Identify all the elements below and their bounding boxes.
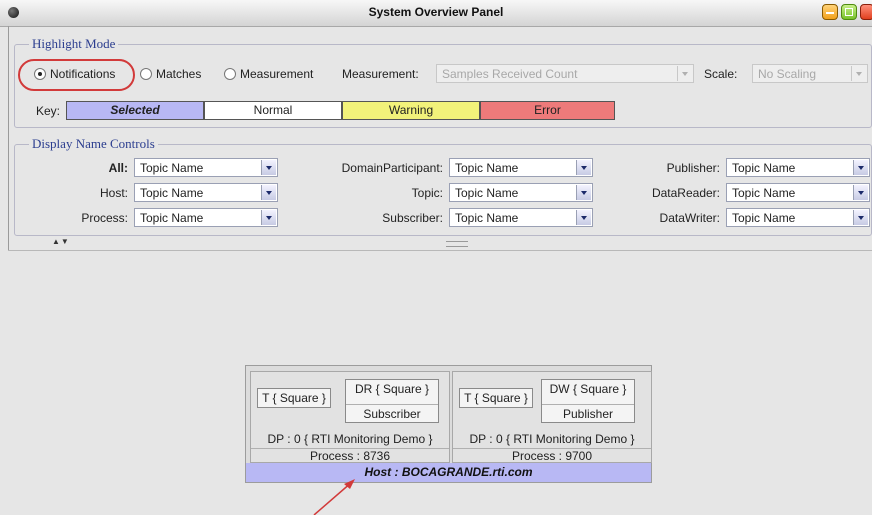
- topic-label: T { Square }: [464, 391, 528, 405]
- topic-label: Topic:: [411, 186, 443, 200]
- window-title: System Overview Panel: [368, 5, 504, 19]
- subscriber-name-value: Topic Name: [455, 211, 519, 225]
- datareader-label: DR { Square }: [354, 382, 430, 396]
- topic-node[interactable]: T { Square }: [459, 388, 533, 408]
- process-label: Process:: [81, 211, 128, 225]
- publisher-label: Publisher:: [666, 161, 720, 175]
- key-selected: Selected: [66, 101, 204, 120]
- radio-measurement-label: Measurement: [240, 67, 314, 81]
- radio-button-icon[interactable]: [34, 68, 46, 80]
- domain-participant-name-value: Topic Name: [455, 161, 519, 175]
- radio-notifications[interactable]: Notifications: [34, 67, 115, 81]
- datareader-name-value: Topic Name: [732, 186, 796, 200]
- subscriber-label: Subscriber:: [382, 211, 443, 225]
- datareader-name-select[interactable]: Topic Name: [726, 183, 870, 202]
- radio-matches[interactable]: Matches: [140, 67, 201, 81]
- measurement-label: Measurement:: [342, 67, 419, 81]
- key-label: Key:: [36, 104, 61, 118]
- scale-value: No Scaling: [758, 67, 817, 81]
- domain-participant-label: DomainParticipant:: [341, 161, 443, 175]
- chevron-down-icon[interactable]: [851, 66, 866, 81]
- publisher-name-select[interactable]: Topic Name: [726, 158, 870, 177]
- domain-participant-name-select[interactable]: Topic Name: [449, 158, 593, 177]
- subscriber-name-select[interactable]: Topic Name: [449, 208, 593, 227]
- chevron-down-icon[interactable]: [576, 185, 591, 200]
- collapse-expand-arrows-icon[interactable]: ▲▼: [52, 237, 70, 246]
- participant-label: DP : 0 { RTI Monitoring Demo }: [267, 432, 433, 446]
- key-normal: Normal: [204, 101, 342, 120]
- datareader-label: DataReader:: [651, 186, 720, 200]
- chevron-down-icon[interactable]: [853, 210, 868, 225]
- measurement-value: Samples Received Count: [442, 67, 578, 81]
- process-name-value: Topic Name: [140, 211, 204, 225]
- process-label: Process : 9700: [453, 448, 651, 464]
- chevron-down-icon[interactable]: [261, 185, 276, 200]
- maximize-icon[interactable]: [841, 4, 857, 20]
- datareader-node[interactable]: DR { Square } Subscriber: [345, 379, 439, 423]
- key-error: Error: [480, 101, 615, 120]
- all-label: All:: [108, 161, 128, 175]
- topic-name-select[interactable]: Topic Name: [449, 183, 593, 202]
- close-icon[interactable]: [860, 4, 872, 20]
- scale-select[interactable]: No Scaling: [752, 64, 868, 83]
- highlight-mode-title: Highlight Mode: [29, 36, 119, 52]
- measurement-select[interactable]: Samples Received Count: [436, 64, 694, 83]
- topic-name-value: Topic Name: [455, 186, 519, 200]
- process-node[interactable]: T { Square } DR { Square } Subscriber DP…: [250, 371, 450, 463]
- chevron-down-icon[interactable]: [677, 66, 692, 81]
- chevron-down-icon[interactable]: [261, 160, 276, 175]
- chevron-down-icon[interactable]: [853, 185, 868, 200]
- radio-matches-label: Matches: [156, 67, 202, 81]
- radio-button-icon[interactable]: [224, 68, 236, 80]
- radio-notifications-label: Notifications: [50, 67, 116, 81]
- datawriter-label: DataWriter:: [659, 211, 720, 225]
- chevron-down-icon[interactable]: [853, 160, 868, 175]
- chevron-down-icon[interactable]: [261, 210, 276, 225]
- title-bar[interactable]: System Overview Panel: [0, 0, 872, 27]
- host-node[interactable]: T { Square } DR { Square } Subscriber DP…: [245, 365, 652, 483]
- publisher-name-value: Topic Name: [732, 161, 796, 175]
- process-name-select[interactable]: Topic Name: [134, 208, 278, 227]
- process-label: Process : 8736: [251, 448, 449, 464]
- all-name-select[interactable]: Topic Name: [134, 158, 278, 177]
- host-name-select[interactable]: Topic Name: [134, 183, 278, 202]
- host-name-value: Topic Name: [140, 186, 204, 200]
- annotation-arrow-icon: [313, 479, 355, 515]
- datawriter-name-value: Topic Name: [732, 211, 796, 225]
- scale-label: Scale:: [704, 67, 738, 81]
- datawriter-name-select[interactable]: Topic Name: [726, 208, 870, 227]
- datawriter-label: DW { Square }: [549, 382, 627, 396]
- host-label: Host:: [99, 186, 128, 200]
- chevron-down-icon[interactable]: [576, 160, 591, 175]
- radio-measurement[interactable]: Measurement: [224, 67, 313, 81]
- participant-label: DP : 0 { RTI Monitoring Demo }: [469, 432, 635, 446]
- topic-node[interactable]: T { Square }: [257, 388, 331, 408]
- display-name-controls-title: Display Name Controls: [29, 136, 158, 152]
- minimize-icon[interactable]: [822, 4, 838, 20]
- datawriter-node[interactable]: DW { Square } Publisher: [541, 379, 635, 423]
- process-node[interactable]: T { Square } DW { Square } Publisher DP …: [452, 371, 652, 463]
- radio-button-icon[interactable]: [140, 68, 152, 80]
- subscriber-label: Subscriber: [346, 404, 438, 421]
- all-name-value: Topic Name: [140, 161, 204, 175]
- chevron-down-icon[interactable]: [576, 210, 591, 225]
- topic-label: T { Square }: [262, 391, 326, 405]
- publisher-label: Publisher: [542, 404, 634, 421]
- splitter-grip-icon[interactable]: [446, 241, 468, 247]
- key-warning: Warning: [342, 101, 480, 120]
- panel-splitter[interactable]: ▲▼: [8, 237, 872, 250]
- system-overview-window: System Overview Panel Highlight Mode Not…: [0, 0, 872, 515]
